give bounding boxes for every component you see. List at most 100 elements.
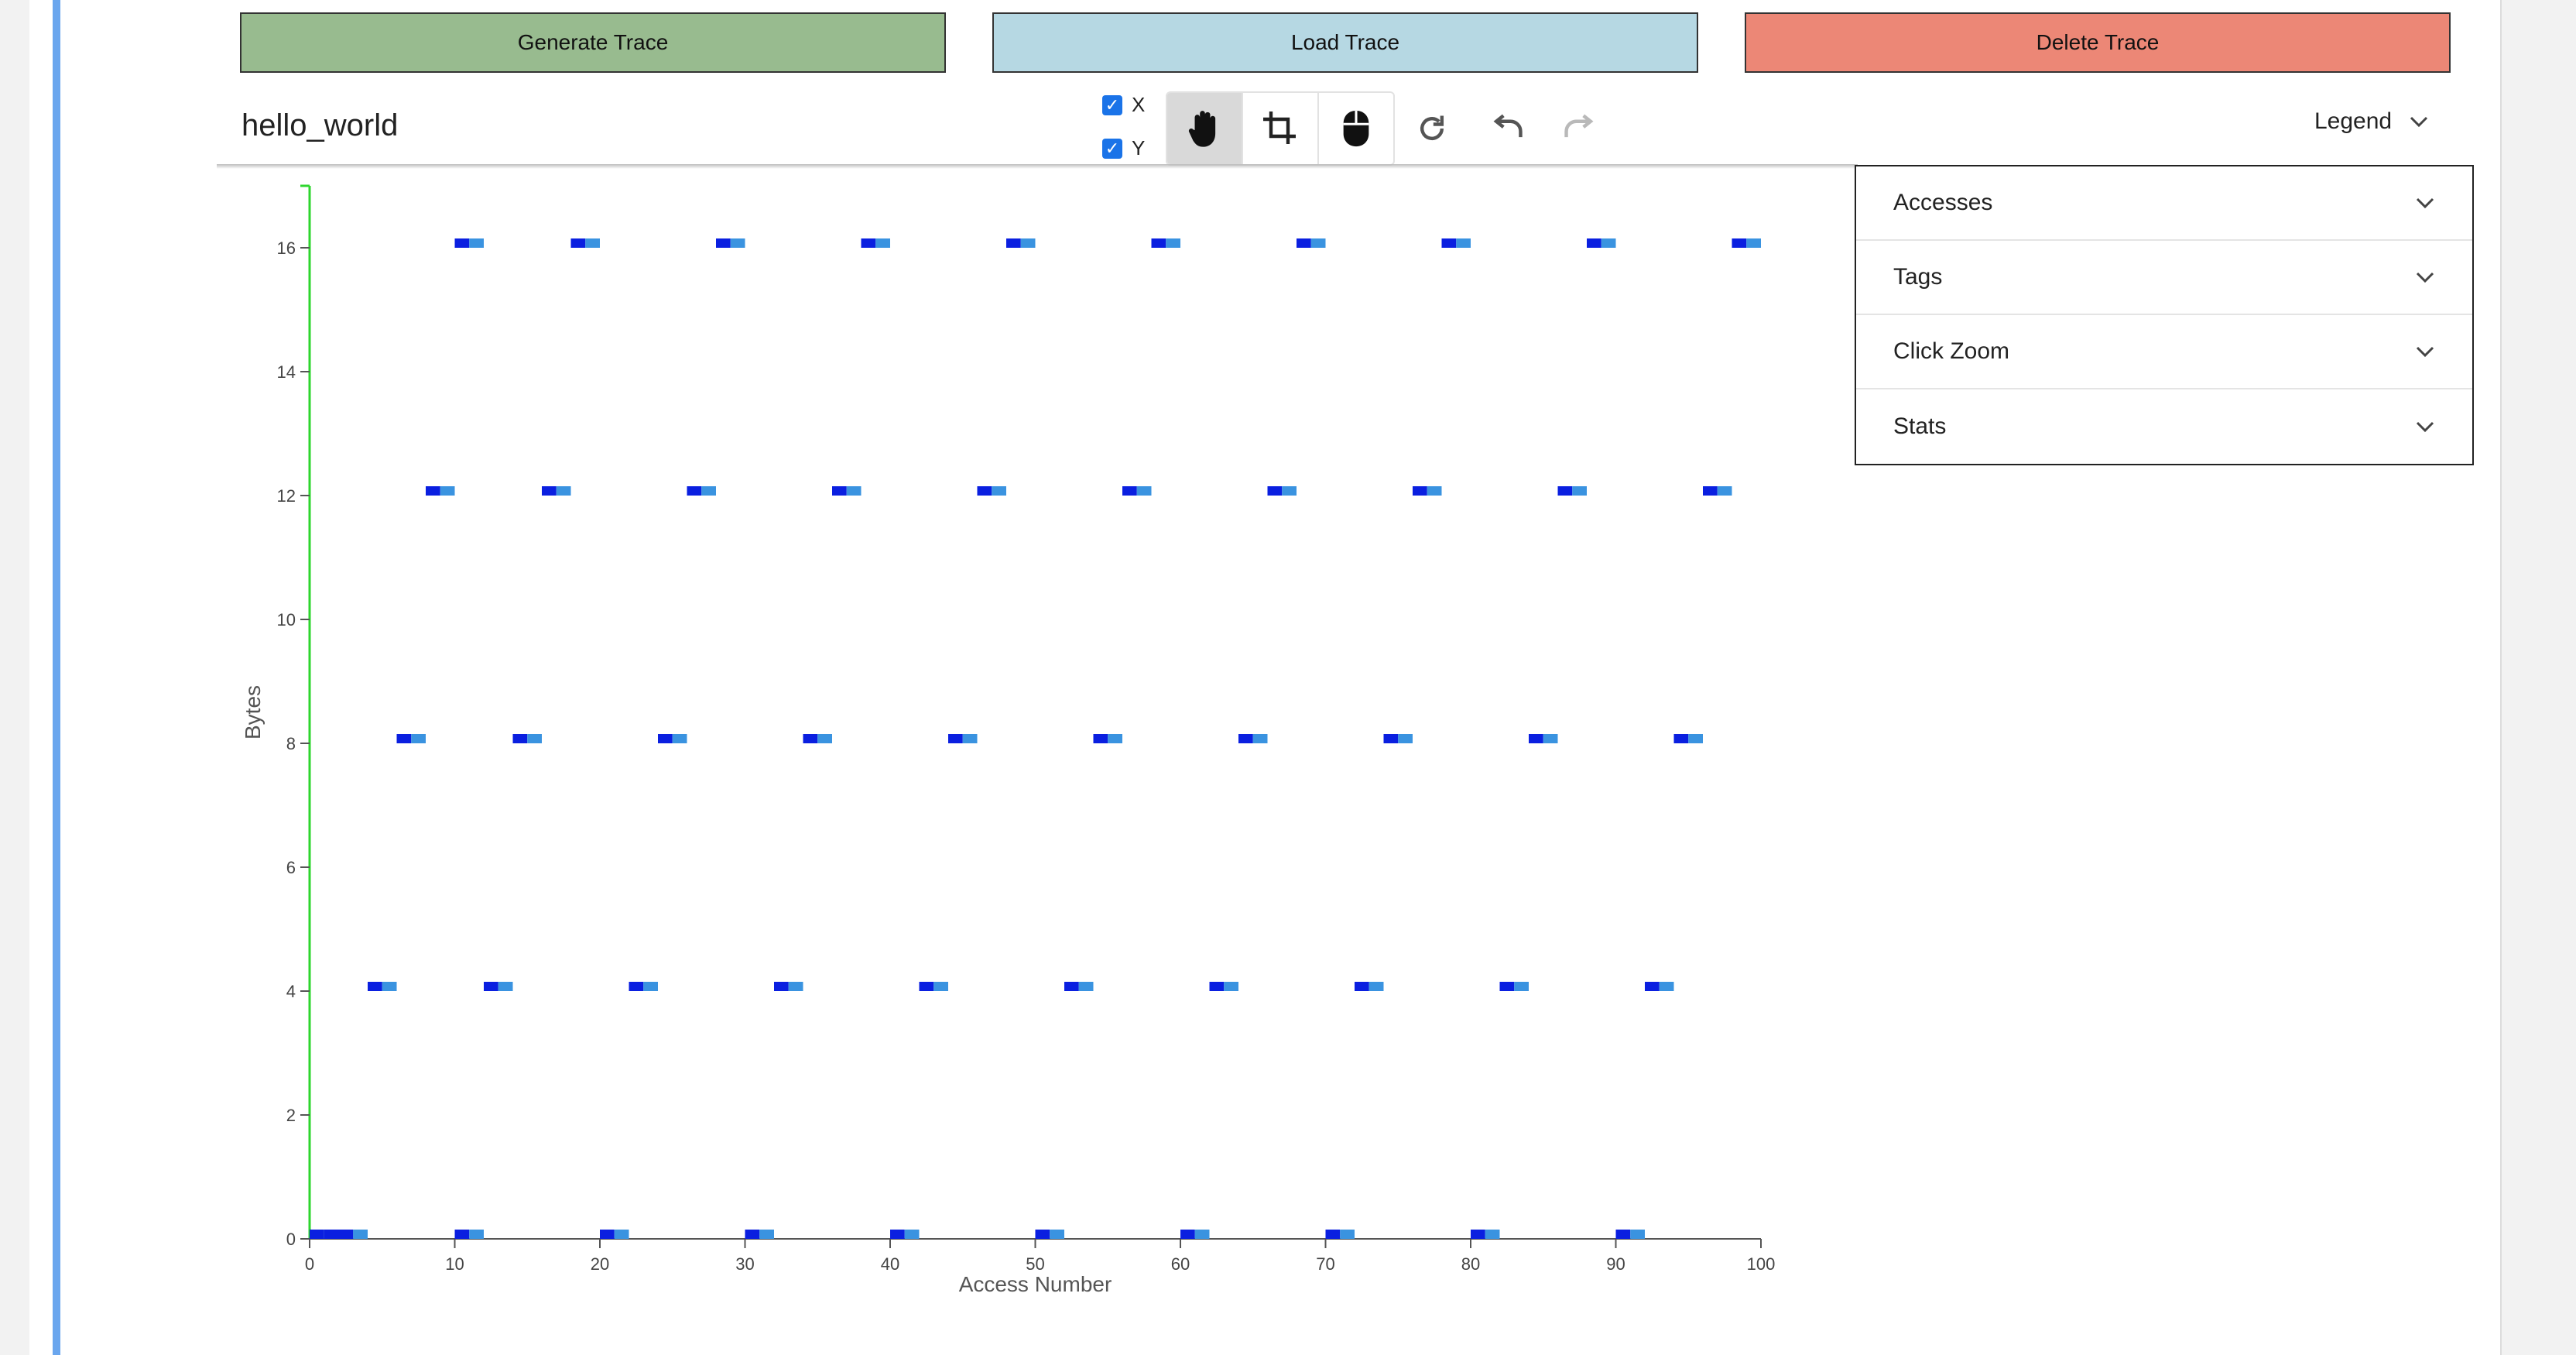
checkbox-checked-icon[interactable]: ✓	[1102, 138, 1122, 159]
access-mark-write	[962, 734, 978, 743]
access-mark-read	[658, 734, 673, 743]
mouse-mode-button[interactable]	[1319, 93, 1393, 164]
toolbar-shadow	[217, 164, 1858, 169]
access-mark-write	[1630, 1230, 1645, 1239]
x-tick-label: 20	[591, 1254, 609, 1274]
access-mark-read	[1471, 1230, 1485, 1239]
legend-section-label: Accesses	[1893, 190, 1993, 215]
generate-trace-button[interactable]: Generate Trace	[240, 12, 946, 73]
y-tick-label: 14	[277, 362, 296, 382]
x-tick-label: 30	[735, 1254, 754, 1274]
access-mark-read	[512, 734, 528, 743]
access-mark-write	[1398, 734, 1413, 743]
access-mark-write	[875, 238, 890, 248]
access-mark-write	[1050, 1230, 1064, 1239]
x-tick-label: 60	[1171, 1254, 1190, 1274]
trace-chart-svg[interactable]: 0 10 20 30 40 50 60 70 80 90 100 0 2 4 6 8 10 12 14 16 Acces…	[217, 172, 1842, 1302]
access-mark-read	[890, 1230, 905, 1239]
access-mark-read	[1267, 486, 1283, 496]
refresh-button[interactable]	[1409, 105, 1455, 152]
access-mark-write	[1456, 238, 1471, 248]
access-mark-write	[1020, 238, 1036, 248]
legend-toggle[interactable]: Legend	[2314, 108, 2429, 135]
access-mark-read	[687, 486, 702, 496]
access-mark-read	[948, 734, 963, 743]
access-mark-write	[1368, 982, 1384, 991]
access-mark-read	[368, 982, 382, 991]
access-mark-write	[1717, 486, 1732, 496]
access-mark-write	[527, 734, 542, 743]
access-mark-write	[1688, 734, 1703, 743]
access-mark-write	[992, 486, 1006, 496]
redo-button[interactable]	[1557, 105, 1604, 152]
access-mark-write	[1543, 734, 1558, 743]
x-axis-label: X	[1132, 93, 1146, 116]
x-tick-label: 40	[881, 1254, 899, 1274]
access-mark-read	[1587, 238, 1601, 248]
x-tick-label: 80	[1461, 1254, 1480, 1274]
access-mark-write	[1340, 1230, 1355, 1239]
access-mark-write	[759, 1230, 774, 1239]
x-axis-checkbox[interactable]: ✓ X	[1102, 93, 1145, 117]
trace-chart[interactable]: 0 10 20 30 40 50 60 70 80 90 100 0 2 4 6 8 10 12 14 16 Acces…	[217, 172, 1842, 1306]
y-tick-label: 2	[286, 1106, 296, 1125]
access-mark-write	[643, 982, 658, 991]
y-tick-label: 6	[286, 858, 296, 877]
chevron-down-icon	[2416, 272, 2434, 283]
x-tick-label: 0	[305, 1254, 314, 1274]
access-mark-read	[542, 486, 557, 496]
y-axis-title: Bytes	[241, 685, 265, 739]
y-tick-label: 16	[277, 238, 296, 258]
undo-button[interactable]	[1483, 105, 1530, 152]
access-mark-read	[1499, 982, 1515, 991]
access-mark-read	[1673, 734, 1689, 743]
access-mark-read	[484, 982, 498, 991]
legend-section-accesses[interactable]: Accesses	[1856, 166, 2472, 241]
legend-panel: Accesses Tags Click Zoom Stats	[1855, 165, 2474, 465]
y-tick-label: 10	[277, 610, 296, 629]
chevron-down-icon	[2416, 346, 2434, 358]
access-mark-read	[1035, 1230, 1050, 1239]
pan-mode-button[interactable]	[1167, 93, 1243, 164]
access-mark-write	[382, 982, 397, 991]
access-mark-read	[1064, 982, 1079, 991]
x-tick-label: 100	[1747, 1254, 1776, 1274]
access-mark-read	[1093, 734, 1108, 743]
access-mark-read	[774, 982, 789, 991]
refresh-icon	[1420, 115, 1444, 141]
access-mark-write	[1485, 1230, 1500, 1239]
access-mark-read	[803, 734, 818, 743]
access-mark-write	[614, 1230, 629, 1239]
access-mark-read	[454, 238, 470, 248]
access-mark-write	[904, 1230, 920, 1239]
access-mark-write	[469, 1230, 484, 1239]
crop-mode-button[interactable]	[1243, 93, 1319, 164]
y-axis-checkbox[interactable]: ✓ Y	[1102, 136, 1145, 160]
access-mark-read	[338, 1230, 354, 1239]
delete-trace-button[interactable]: Delete Trace	[1745, 12, 2451, 73]
x-tick-label: 50	[1026, 1254, 1044, 1274]
legend-section-click-zoom[interactable]: Click Zoom	[1856, 315, 2472, 389]
legend-section-tags[interactable]: Tags	[1856, 241, 2472, 315]
access-mark-write	[817, 734, 832, 743]
interaction-mode-group	[1166, 91, 1395, 166]
access-mark-read	[745, 1230, 760, 1239]
trace-title: hello_world	[242, 108, 399, 142]
y-tick-label: 12	[277, 486, 296, 506]
access-mark-write	[353, 1230, 368, 1239]
access-mark-write	[1108, 734, 1122, 743]
undo-icon	[1493, 114, 1523, 138]
access-mark-write	[788, 982, 803, 991]
load-trace-button[interactable]: Load Trace	[992, 12, 1698, 73]
access-mark-read	[1703, 486, 1718, 496]
access-mark-read	[1615, 1230, 1631, 1239]
access-mark-write	[1310, 238, 1326, 248]
access-mark-read	[1413, 486, 1427, 496]
access-mark-write	[1514, 982, 1529, 991]
legend-section-stats[interactable]: Stats	[1856, 389, 2472, 464]
access-mark-write	[730, 238, 745, 248]
legend-section-label: Stats	[1893, 413, 1947, 439]
checkbox-checked-icon[interactable]: ✓	[1102, 94, 1122, 115]
access-mark-read	[1383, 734, 1399, 743]
access-mark-read	[1238, 734, 1253, 743]
